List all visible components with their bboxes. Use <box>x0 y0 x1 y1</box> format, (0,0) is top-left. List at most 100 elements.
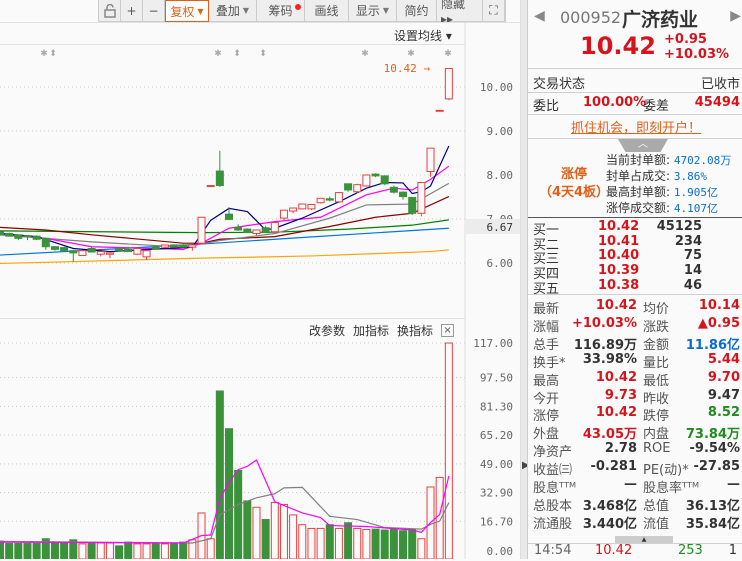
candle-body <box>23 235 32 238</box>
ma5-line <box>0 145 450 253</box>
candle-body <box>69 250 78 254</box>
event-star-icon: ✱ <box>444 49 452 59</box>
stat-value: 10.14 <box>698 298 740 313</box>
stat-value: 10.42 <box>595 369 637 385</box>
stat-label: 总手 <box>533 337 560 353</box>
stat-value: 2.78 <box>604 441 637 457</box>
volume-tick-label: 49.00 <box>480 458 513 471</box>
stat-value: 10.42 <box>595 405 637 421</box>
candle-body <box>270 222 279 233</box>
stat-value: 9.73 <box>604 387 637 403</box>
prev-stock-icon[interactable]: ◀ <box>534 8 545 24</box>
volume-bar <box>105 542 114 559</box>
volume-bar <box>50 541 59 559</box>
stat-value: 33.98% <box>582 351 637 367</box>
expand-tab[interactable]: ▲ <box>615 536 673 543</box>
volume-bar <box>399 530 408 559</box>
candle-body <box>14 234 23 239</box>
tick-volume: 253 <box>678 543 703 558</box>
switch-indicator-button[interactable]: 换指标 <box>397 322 433 339</box>
stat-label: 涨幅 <box>533 319 560 335</box>
candle-body <box>105 252 114 255</box>
stat-row: 最高 10.42 最低 9.70 <box>528 369 742 389</box>
stat-label: 收益㈢ <box>533 463 573 479</box>
wb-value: 100.00% <box>583 95 647 110</box>
stat-label: 流通股 <box>533 516 573 532</box>
stat-value: — <box>727 477 740 492</box>
limit-row: 涨停成交额: 4.107亿 <box>606 199 718 216</box>
volume-bar <box>298 524 307 559</box>
candle-body <box>307 203 316 210</box>
ma20-line <box>0 182 450 248</box>
price-highlight-label: 6.67 <box>487 221 514 234</box>
candle-body <box>353 184 362 193</box>
panel-splitter[interactable]: ▶ <box>520 0 530 559</box>
stat-label: 换手* <box>533 355 566 371</box>
stat-value: 36.13亿 <box>685 498 740 514</box>
stat-label: 股息ᵀᵀᴹ <box>533 481 577 496</box>
volume-bar <box>334 527 343 559</box>
candle-body <box>371 173 380 177</box>
stat-row: 最新 10.42 均价 10.14 <box>528 298 742 317</box>
candle-body <box>298 203 307 210</box>
stat-label: 今开 <box>533 391 560 407</box>
edit-params-button[interactable]: 改参数 <box>309 322 345 339</box>
candle-body <box>50 246 59 250</box>
volume-tick-label: 16.70 <box>480 515 513 528</box>
stat-value: — <box>624 477 637 492</box>
stat-value: 3.468亿 <box>582 498 637 514</box>
tick-price: 10.42 <box>595 543 633 558</box>
volume-bar <box>325 524 334 559</box>
candle-body <box>279 209 288 219</box>
candle-body <box>0 231 4 236</box>
price-tick-label: 6.00 <box>487 257 514 270</box>
event-marker-icon: ⬍ <box>49 49 57 59</box>
volume-bar <box>252 506 261 559</box>
stat-value: 35.84亿 <box>685 516 740 532</box>
next-stock-icon[interactable]: ▶ <box>730 8 741 24</box>
candle-body <box>362 174 371 187</box>
volume-bar <box>435 476 444 559</box>
candle-body <box>41 237 50 248</box>
volume-bar <box>270 501 279 559</box>
price-tick-label: 9.00 <box>487 125 514 138</box>
candle-body <box>151 246 160 250</box>
candle-body <box>243 228 252 233</box>
bid-volume: 45125 <box>656 219 702 234</box>
volume-bar <box>316 527 325 559</box>
stat-value: ▲0.95 <box>697 315 740 331</box>
bid-volume: 46 <box>683 277 702 293</box>
volume-bar <box>389 528 398 559</box>
open-account-link[interactable]: 抓住机会，即刻开户！ <box>571 117 701 136</box>
volume-bar <box>353 527 362 559</box>
event-star-icon: ✱ <box>361 49 369 59</box>
ma30-line <box>0 196 450 244</box>
bid-volume: 234 <box>674 233 702 249</box>
set-ma-button[interactable]: 设置均线 ▾ <box>394 27 452 44</box>
bid-row: 买五 10.38 46 <box>528 277 742 297</box>
volume-tick-label: 32.90 <box>480 487 513 500</box>
volume-tick-label: 97.50 <box>480 372 513 385</box>
event-star-icon: ✱ <box>407 49 415 59</box>
add-indicator-button[interactable]: 加指标 <box>353 322 389 339</box>
stat-label: 量比 <box>643 355 670 371</box>
candle-body <box>5 233 14 237</box>
volume-tick-label: 117.00 <box>473 337 513 350</box>
limit-row: 最高封单额: 1.905亿 <box>606 183 718 200</box>
stat-value: 3.440亿 <box>582 516 637 532</box>
limit-row-value: 3.86% <box>673 170 707 183</box>
stat-label: 外盘 <box>533 427 560 443</box>
price-change-pct: +10.03% <box>664 47 730 62</box>
close-icon[interactable]: × <box>441 324 455 337</box>
stat-label: 均价 <box>643 302 670 317</box>
stat-label: 最高 <box>533 373 560 389</box>
volume-bar <box>23 543 32 559</box>
candle-body <box>380 175 389 185</box>
candle-body <box>334 192 343 203</box>
volume-bar <box>60 541 69 559</box>
kline-chart[interactable]: 10.009.008.007.006.00117.0097.5081.3065.… <box>0 0 520 559</box>
stat-label: 内盘 <box>643 427 670 443</box>
stat-label: 最低 <box>643 373 670 389</box>
stat-label: PE(动)* <box>643 463 689 479</box>
volume-bar <box>279 503 288 559</box>
